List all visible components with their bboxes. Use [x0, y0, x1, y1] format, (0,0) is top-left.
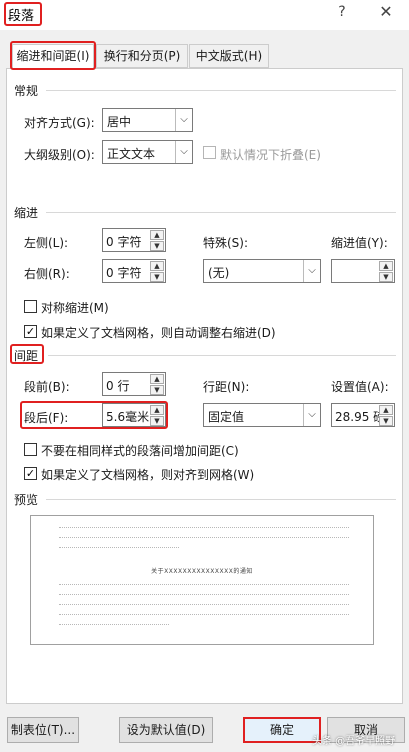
snap-to-grid-label: 如果定义了文档网格，则对齐到网格(W) [41, 468, 255, 482]
spacing-at-value: 28.95 磅 [335, 410, 379, 424]
preview-pane: 关于XXXXXXXXXXXXXXX的通知 [30, 515, 374, 645]
ok-button[interactable]: 确定 [243, 717, 321, 743]
outline-level-value: 正文文本 [107, 147, 156, 161]
help-button[interactable]: ? [330, 4, 354, 24]
tab-highlight [10, 41, 96, 70]
spin-up-icon[interactable]: ▲ [150, 230, 164, 240]
space-before-value: 0 行 [106, 379, 130, 393]
watermark: 头条 @吾爷早照野 [312, 736, 396, 747]
indent-right-value: 0 字符 [106, 266, 142, 280]
no-space-same-style-label: 不要在相同样式的段落间增加间距(C) [41, 444, 239, 458]
preview-line [59, 604, 349, 605]
spin-up-icon[interactable]: ▲ [379, 261, 393, 271]
spin-down-icon[interactable]: ▼ [150, 416, 164, 426]
close-button[interactable]: ✕ [372, 2, 400, 26]
special-label: 特殊(S): [203, 236, 249, 250]
indent-left-value: 0 字符 [106, 235, 142, 249]
no-space-same-style-checkbox[interactable] [24, 443, 37, 456]
spin-down-icon[interactable]: ▼ [379, 272, 393, 282]
tabs-button[interactable]: 制表位(T)... [7, 717, 79, 743]
snap-to-grid-checkbox[interactable]: ✓ [24, 467, 37, 480]
auto-adjust-label: 如果定义了文档网格，则自动调整右缩进(D) [41, 326, 276, 340]
tab-asian-typography[interactable]: 中文版式(H) [189, 44, 269, 68]
indent-right-label: 右侧(R): [24, 267, 70, 281]
mirror-indent-label: 对称缩进(M) [41, 301, 109, 315]
chevron-down-icon[interactable]: ⌵ [175, 109, 192, 131]
preview-line [59, 527, 349, 528]
line-spacing-value: 固定值 [208, 410, 245, 424]
outline-level-label: 大纲级别(O): [24, 148, 95, 162]
spacing-at-label: 设置值(A): [331, 380, 389, 394]
preview-divider [46, 499, 396, 500]
outline-level-select[interactable]: 正文文本 ⌵ [102, 140, 193, 164]
chevron-down-icon[interactable]: ⌵ [175, 141, 192, 163]
preview-line [59, 584, 349, 585]
space-after-label: 段后(F): [24, 411, 69, 425]
indent-by-spinner[interactable]: ▲ ▼ [331, 259, 395, 283]
indent-heading: 缩进 [14, 206, 39, 220]
spacing-at-spinner[interactable]: 28.95 磅 ▲ ▼ [331, 403, 395, 427]
preview-sample-text: 关于XXXXXXXXXXXXXXX的通知 [151, 568, 253, 575]
preview-line [59, 614, 349, 615]
spin-down-icon[interactable]: ▼ [150, 272, 164, 282]
spin-down-icon[interactable]: ▼ [150, 241, 164, 251]
line-spacing-select[interactable]: 固定值 ⌵ [203, 403, 321, 427]
space-after-spinner[interactable]: 5.6毫米 ▲ ▼ [102, 403, 166, 427]
general-heading: 常规 [14, 84, 39, 98]
line-spacing-label: 行距(N): [203, 380, 250, 394]
spacing-divider [48, 355, 396, 356]
special-value: (无) [208, 266, 230, 280]
collapse-label: 默认情况下折叠(E) [220, 148, 321, 162]
title-highlight [4, 2, 42, 26]
preview-line [59, 624, 169, 625]
general-divider [46, 90, 396, 91]
indent-right-spinner[interactable]: 0 字符 ▲ ▼ [102, 259, 166, 283]
special-select[interactable]: (无) ⌵ [203, 259, 321, 283]
space-before-label: 段前(B): [24, 380, 70, 394]
chevron-down-icon[interactable]: ⌵ [303, 260, 320, 282]
spin-up-icon[interactable]: ▲ [150, 374, 164, 384]
tab-line-page-breaks[interactable]: 换行和分页(P) [96, 44, 188, 68]
spin-down-icon[interactable]: ▼ [379, 416, 393, 426]
space-after-value: 5.6毫米 [106, 410, 150, 424]
auto-adjust-checkbox[interactable]: ✓ [24, 325, 37, 338]
space-before-spinner[interactable]: 0 行 ▲ ▼ [102, 372, 166, 396]
preview-line [59, 547, 179, 548]
indent-left-spinner[interactable]: 0 字符 ▲ ▼ [102, 228, 166, 252]
indent-by-label: 缩进值(Y): [331, 236, 388, 250]
spin-up-icon[interactable]: ▲ [379, 405, 393, 415]
spacing-heading: 间距 [14, 349, 39, 363]
chevron-down-icon[interactable]: ⌵ [303, 404, 320, 426]
set-default-button[interactable]: 设为默认值(D) [119, 717, 213, 743]
spin-up-icon[interactable]: ▲ [150, 261, 164, 271]
preview-line [59, 537, 349, 538]
mirror-indent-checkbox[interactable] [24, 300, 37, 313]
spin-up-icon[interactable]: ▲ [150, 405, 164, 415]
alignment-label: 对齐方式(G): [24, 116, 95, 130]
alignment-value: 居中 [107, 115, 132, 129]
alignment-select[interactable]: 居中 ⌵ [102, 108, 193, 132]
collapse-checkbox[interactable] [203, 146, 216, 159]
preview-line [59, 594, 349, 595]
preview-heading: 预览 [14, 493, 39, 507]
indent-left-label: 左侧(L): [24, 236, 69, 250]
indent-divider [46, 212, 396, 213]
spin-down-icon[interactable]: ▼ [150, 385, 164, 395]
